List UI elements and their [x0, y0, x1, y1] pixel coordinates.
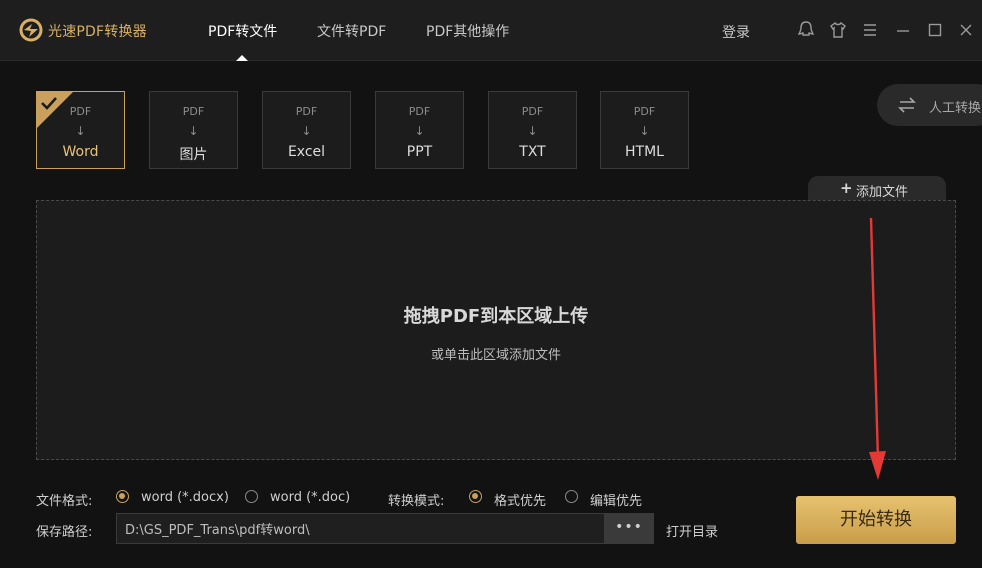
down-arrow-icon: ↓ — [188, 124, 199, 138]
format-target-label: PPT — [406, 144, 433, 160]
format-card-excel[interactable]: PDF ↓ Excel — [262, 91, 351, 169]
close-icon[interactable] — [956, 20, 976, 40]
app-logo-icon — [19, 18, 43, 42]
swap-icon — [898, 97, 916, 113]
tab-pdf-other[interactable]: PDF其他操作 — [426, 21, 509, 41]
down-arrow-icon: ↓ — [301, 124, 312, 138]
drop-zone-title: 拖拽PDF到本区域上传 — [403, 306, 589, 327]
support-icon[interactable] — [796, 20, 816, 40]
skin-shirt-icon[interactable] — [828, 20, 848, 40]
plus-icon: + — [840, 179, 853, 197]
app-title: 光速PDF转换器 — [48, 24, 147, 40]
format-card-image[interactable]: PDF ↓ 图片 — [149, 91, 238, 169]
file-drop-zone[interactable]: 拖拽PDF到本区域上传 或单击此区域添加文件 — [36, 200, 956, 460]
start-conversion-button[interactable]: 开始转换 — [796, 496, 956, 544]
format-card-html[interactable]: PDF ↓ HTML — [600, 91, 689, 169]
down-arrow-icon: ↓ — [527, 124, 538, 138]
tab-pdf-to-file[interactable]: PDF转文件 — [208, 21, 277, 41]
format-card-word[interactable]: PDF ↓ Word — [36, 91, 125, 169]
format-target-label: TXT — [519, 144, 546, 160]
format-source-label: PDF — [295, 105, 318, 118]
conversion-mode-label: 转换模式: — [388, 494, 445, 509]
drop-zone-subtitle: 或单击此区域添加文件 — [430, 348, 561, 363]
format-source-label: PDF — [633, 105, 656, 118]
format-target-label: HTML — [625, 144, 664, 160]
login-link[interactable]: 登录 — [722, 22, 750, 42]
tab-file-to-pdf[interactable]: 文件转PDF — [317, 21, 386, 41]
format-card-txt[interactable]: PDF ↓ TXT — [488, 91, 577, 169]
format-target-label: 图片 — [179, 147, 208, 163]
format-doc-label[interactable]: word (*.doc) — [270, 490, 350, 505]
format-source-label: PDF — [182, 105, 205, 118]
manual-conversion-label: 人工转换 — [929, 101, 982, 116]
format-source-label: PDF — [521, 105, 544, 118]
menu-icon[interactable] — [860, 20, 880, 40]
add-file-button[interactable]: + 添加文件 — [808, 176, 946, 201]
format-card-ppt[interactable]: PDF ↓ PPT — [375, 91, 464, 169]
down-arrow-icon: ↓ — [75, 124, 86, 138]
maximize-icon[interactable] — [925, 20, 945, 40]
format-source-label: PDF — [69, 105, 92, 118]
format-source-label: PDF — [408, 105, 431, 118]
format-docx-label[interactable]: word (*.docx) — [141, 490, 229, 505]
manual-conversion-button[interactable]: 人工转换 — [877, 84, 982, 126]
add-file-label: 添加文件 — [856, 185, 909, 200]
file-format-label: 文件格式: — [36, 494, 93, 509]
open-directory-link[interactable]: 打开目录 — [666, 521, 718, 540]
minimize-icon[interactable] — [893, 20, 913, 40]
radio-mode-edit-priority[interactable] — [565, 490, 578, 503]
save-path-label: 保存路径: — [36, 525, 93, 540]
browse-button[interactable]: ••• — [604, 513, 654, 544]
format-target-label: Excel — [287, 144, 326, 160]
active-tab-indicator — [236, 55, 248, 61]
down-arrow-icon: ↓ — [639, 124, 650, 138]
radio-format-doc[interactable] — [245, 490, 258, 503]
annotation-arrow-icon — [869, 217, 886, 480]
mode-format-priority-label[interactable]: 格式优先 — [494, 490, 546, 509]
format-target-label: Word — [62, 144, 99, 160]
radio-format-docx[interactable] — [116, 490, 129, 503]
save-path-input[interactable] — [116, 513, 606, 544]
radio-mode-format-priority[interactable] — [469, 490, 482, 503]
title-bar: 光速PDF转换器 PDF转文件 文件转PDF PDF其他操作 登录 — [0, 0, 982, 61]
mode-edit-priority-label[interactable]: 编辑优先 — [590, 490, 642, 509]
down-arrow-icon: ↓ — [414, 124, 425, 138]
